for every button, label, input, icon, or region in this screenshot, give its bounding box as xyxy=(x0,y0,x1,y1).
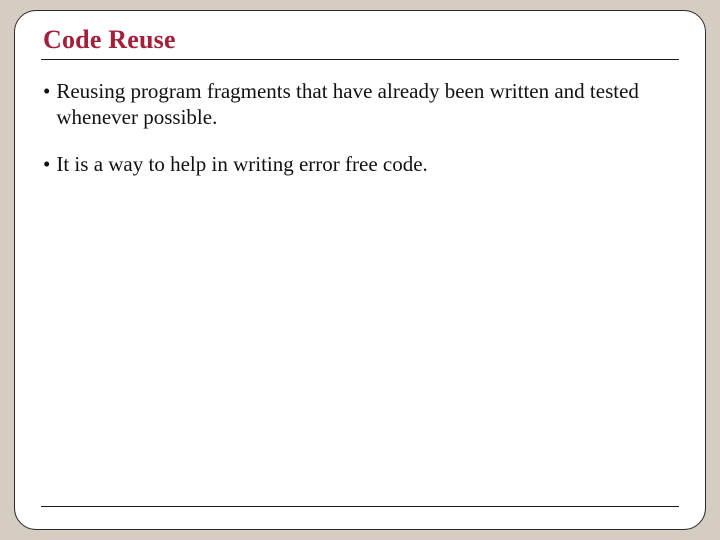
bullet-item: • It is a way to help in writing error f… xyxy=(41,151,679,177)
title-underline xyxy=(41,59,679,60)
bullet-marker: • xyxy=(41,78,56,131)
slide-card: Code Reuse • Reusing program fragments t… xyxy=(14,10,706,530)
bullet-text: Reusing program fragments that have alre… xyxy=(56,78,679,131)
bullet-text: It is a way to help in writing error fre… xyxy=(56,151,679,177)
bottom-rule xyxy=(41,506,679,507)
bullet-marker: • xyxy=(41,151,56,177)
bullet-item: • Reusing program fragments that have al… xyxy=(41,78,679,131)
slide-content: • Reusing program fragments that have al… xyxy=(41,78,679,177)
slide-title: Code Reuse xyxy=(43,25,679,55)
